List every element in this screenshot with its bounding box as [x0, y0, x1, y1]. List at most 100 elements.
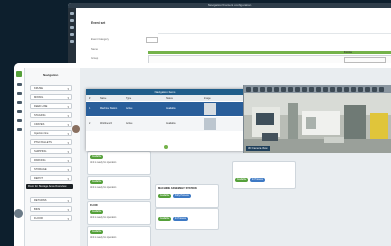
- settings-icon[interactable]: [16, 101, 22, 104]
- nav-item[interactable]: PARKING ▾: [30, 157, 72, 163]
- user-icon[interactable]: [16, 119, 22, 122]
- camera-tool-icon[interactable]: [253, 86, 258, 92]
- folder-icon[interactable]: [16, 128, 22, 131]
- nav-item-label: PTHI PALLETS: [34, 141, 52, 144]
- nav-item[interactable]: DEPOT ▾: [30, 175, 72, 181]
- nav-item[interactable]: PTHI PALLETS ▾: [30, 139, 72, 145]
- avatar[interactable]: [72, 125, 80, 133]
- chevron-down-icon: ▾: [67, 96, 69, 100]
- camera-tool-icon[interactable]: [337, 86, 342, 92]
- camera-tool-icon[interactable]: [267, 86, 272, 92]
- avatar[interactable]: [14, 209, 23, 218]
- status-card[interactable]: MACHINE ASSEMBLY STATION Available Fully…: [155, 184, 219, 208]
- camera-tool-icon[interactable]: [358, 86, 363, 92]
- status-card[interactable]: Available In Process: [232, 161, 296, 189]
- row-status: Available: [166, 122, 176, 125]
- status-card[interactable]: Available In Process: [155, 208, 219, 230]
- nav-item[interactable]: CRATES ▾: [30, 121, 72, 127]
- chevron-down-icon: ▾: [67, 217, 69, 221]
- camera-tool-icon[interactable]: [351, 86, 356, 92]
- table-header: # Name Type Status Image: [86, 95, 244, 101]
- camera-tool-icon[interactable]: [274, 86, 279, 92]
- nav-item-label: SHIPPING: [34, 150, 47, 153]
- nav-item[interactable]: RETURNS ▾: [30, 197, 72, 203]
- forms-header: Forms: [344, 51, 352, 54]
- chevron-down-icon: ▾: [67, 114, 69, 118]
- nav-item[interactable]: SHIPPING ▾: [30, 148, 72, 154]
- nav-item-label: Injection line: [34, 132, 49, 135]
- table-row[interactable]: 1 Machine Station Active Available: [86, 102, 244, 116]
- icon-rail: [14, 68, 25, 246]
- rail-icon[interactable]: [70, 12, 74, 15]
- camera-tool-icon[interactable]: [330, 86, 335, 92]
- chevron-down-icon: ▾: [67, 177, 69, 181]
- rail-icon[interactable]: [70, 19, 74, 22]
- nav-item[interactable]: STAGING ▾: [30, 112, 72, 118]
- list-icon[interactable]: [16, 92, 22, 95]
- camera-tool-icon[interactable]: [260, 86, 265, 92]
- factory-camera-view[interactable]: [244, 93, 391, 153]
- menu-icon[interactable]: [16, 83, 22, 86]
- table-row[interactable]: 2 Workbench Active Available: [86, 117, 244, 131]
- nav-item-label: BINS: [34, 208, 41, 211]
- card-title: FLUID: [90, 203, 98, 207]
- field-label: Name: [91, 48, 98, 51]
- nav-item[interactable]: FEED LINE ▾: [30, 103, 72, 109]
- camera-tool-icon[interactable]: [302, 86, 307, 92]
- home-icon[interactable]: [16, 71, 22, 77]
- row-status: Available: [166, 107, 176, 110]
- rail-icon[interactable]: [70, 33, 74, 36]
- category-select[interactable]: [146, 37, 158, 43]
- machine-thumbnail: [204, 103, 216, 115]
- camera-tool-icon[interactable]: [295, 86, 300, 92]
- nav-item[interactable]: FLOOR ▾: [30, 215, 72, 221]
- navigation-items-window: Navigation Items # Name Type Status Imag…: [86, 89, 244, 151]
- camera-tool-icon[interactable]: [379, 86, 384, 92]
- rail-icon[interactable]: [70, 40, 74, 43]
- camera-tool-icon[interactable]: [309, 86, 314, 92]
- chevron-down-icon: ▾: [67, 123, 69, 127]
- camera-tool-icon[interactable]: [316, 86, 321, 92]
- camera-tool-icon[interactable]: [365, 86, 370, 92]
- camera-tool-icon[interactable]: [344, 86, 349, 92]
- camera-tool-icon[interactable]: [372, 86, 377, 92]
- column-header: Name: [100, 96, 107, 100]
- camera-window: 3D Camera View: [243, 85, 391, 153]
- row-id: 2: [89, 122, 91, 125]
- row-id: 1: [89, 107, 91, 110]
- chevron-down-icon: ▾: [67, 132, 69, 136]
- chart-icon[interactable]: [16, 110, 22, 113]
- section-title: Event set: [91, 21, 106, 25]
- chevron-down-icon: ▾: [67, 159, 69, 163]
- camera-tool-icon[interactable]: [281, 86, 286, 92]
- card-note: Unit is ready for operation: [90, 217, 117, 219]
- nav-item-label: DEPOT: [34, 177, 43, 180]
- nav-item[interactable]: STORAGE ▾: [30, 166, 72, 172]
- nav-item-label: KRUSE: [34, 87, 43, 90]
- nav-item-label: FEED LINE: [34, 105, 48, 108]
- nav-item[interactable]: MIXING ▾: [30, 94, 72, 100]
- status-card[interactable]: Available Unit is ready for operation: [87, 151, 151, 175]
- add-icon[interactable]: [164, 145, 168, 149]
- card-note: Unit is ready for operation: [90, 237, 117, 239]
- chevron-down-icon: ▾: [67, 208, 69, 212]
- status-badge: Available: [90, 230, 104, 234]
- chevron-down-icon: ▾: [67, 199, 69, 203]
- status-card[interactable]: Available Unit is ready for operation: [87, 226, 151, 246]
- nav-item[interactable]: BINS ▾: [30, 206, 72, 212]
- row-name: Machine Station: [100, 107, 118, 110]
- nav-item-label: MIXING: [34, 96, 44, 99]
- row-name: Workbench: [100, 122, 113, 125]
- status-card[interactable]: Available Unit is ready for operation: [87, 176, 151, 200]
- nav-item-label: CRATES: [34, 123, 45, 126]
- nav-item[interactable]: Injection line ▾: [30, 130, 72, 136]
- status-card[interactable]: FLUID Available Unit is ready for operat…: [87, 201, 151, 225]
- rail-icon[interactable]: [70, 26, 74, 29]
- nav-item[interactable]: KRUSE ▾: [30, 85, 72, 91]
- camera-tool-icon[interactable]: [246, 86, 251, 92]
- camera-tool-icon[interactable]: [288, 86, 293, 92]
- field-label: Group: [91, 57, 99, 60]
- camera-tool-icon[interactable]: [323, 86, 328, 92]
- navigation-panel: Navigation KRUSE ▾ MIXING ▾ FEED LINE ▾ STA…: [25, 68, 80, 246]
- card-note: Unit is ready for operation: [90, 162, 117, 164]
